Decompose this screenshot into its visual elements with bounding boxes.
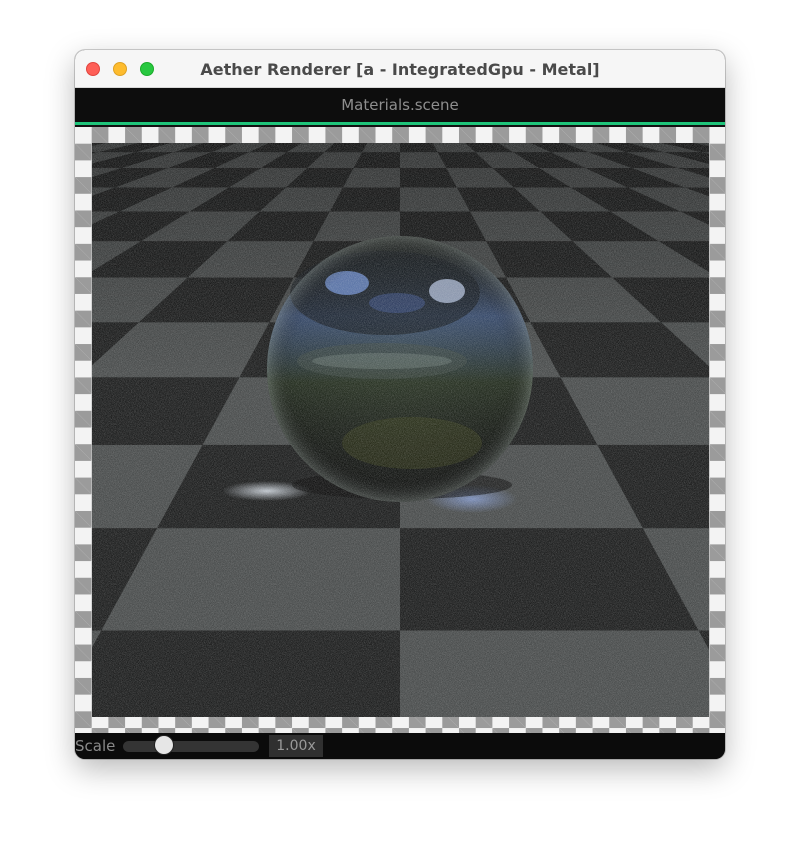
- scale-slider-thumb[interactable]: [154, 735, 174, 755]
- window-title: Aether Renderer [a - IntegratedGpu - Met…: [200, 60, 600, 79]
- scale-label: Scale: [75, 737, 116, 755]
- render-image: [92, 143, 709, 717]
- tab-materials-scene[interactable]: Materials.scene: [75, 96, 725, 114]
- app-window: Aether Renderer [a - IntegratedGpu - Met…: [75, 50, 725, 759]
- tab-bar: Materials.scene: [75, 88, 725, 122]
- scale-value-field[interactable]: 1.00x: [269, 735, 323, 757]
- bottom-toolbar: Scale 1.00x: [75, 733, 725, 759]
- title-bar[interactable]: Aether Renderer [a - IntegratedGpu - Met…: [75, 50, 725, 88]
- render-viewport[interactable]: [75, 127, 725, 733]
- scale-slider[interactable]: [123, 735, 259, 755]
